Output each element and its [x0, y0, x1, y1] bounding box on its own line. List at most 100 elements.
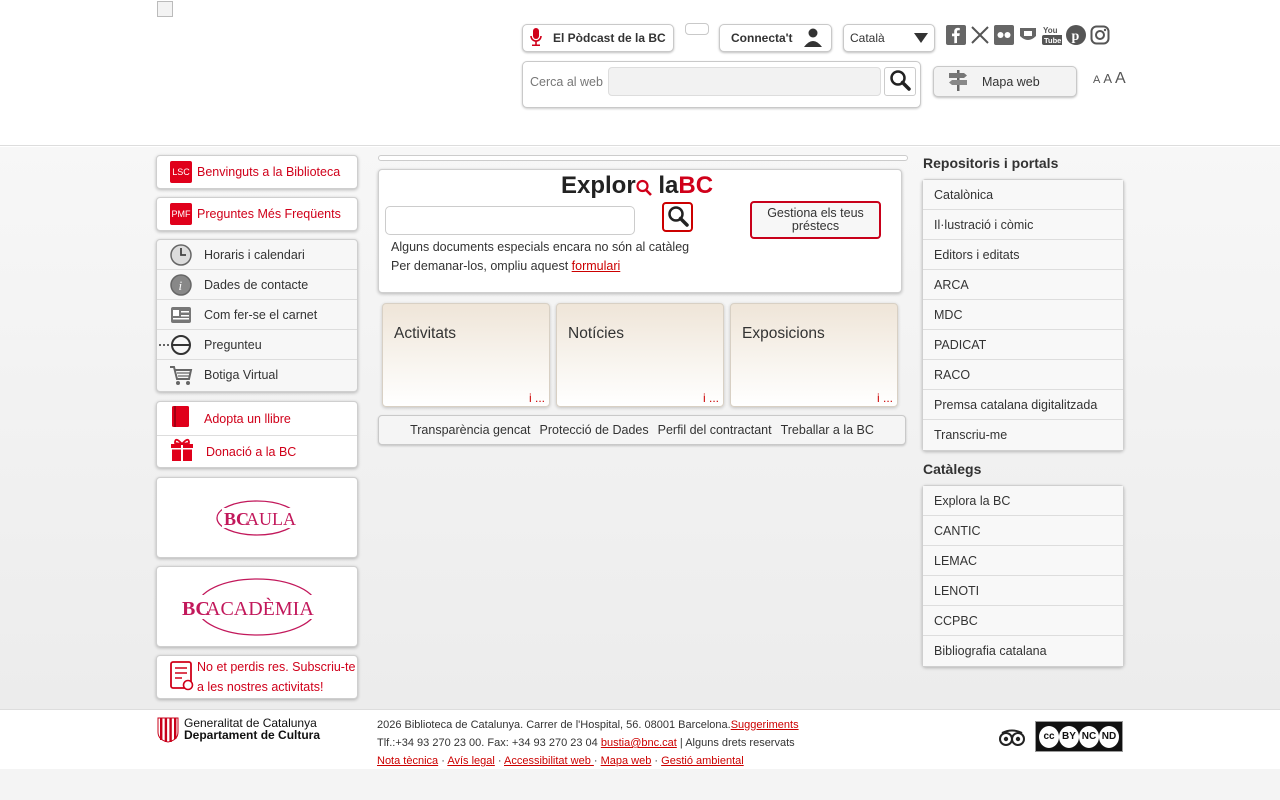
footer-rights: | Alguns drets reservats	[676, 737, 795, 749]
list-item[interactable]: Il·lustració i còmic	[923, 210, 1123, 240]
microphone-icon	[529, 27, 543, 50]
link-proteccio-dades[interactable]: Protecció de Dades	[540, 423, 649, 437]
support-menu: Adopta un llibre Donació a la BC	[156, 401, 358, 468]
list-item[interactable]: RACO	[923, 360, 1123, 390]
adopta-link[interactable]: Adopta un llibre	[157, 402, 357, 436]
institutional-links: Transparència gencat Protecció de Dades …	[378, 415, 906, 445]
list-item[interactable]: MDC	[923, 300, 1123, 330]
center-top-bar	[378, 155, 908, 161]
menu-item-label: Pregunteu	[204, 337, 262, 352]
bc-academia-banner[interactable]: BC ACADÈMIA	[156, 566, 358, 647]
menu-item-label: Com fer-se el carnet	[204, 307, 318, 322]
list-item[interactable]: Catalònica	[923, 180, 1123, 210]
social-links: You Tube p	[946, 25, 1110, 45]
pmf-icon: PMF	[170, 203, 192, 225]
benvinguts-link[interactable]: LSC Benvinguts a la Biblioteca	[156, 155, 358, 189]
footer-info: 2026 Biblioteca de Catalunya. Carrer de …	[377, 719, 799, 767]
card-title: Activitats	[394, 325, 457, 342]
subscriu-banner[interactable]: No et perdis res. Subscriu-te a les nost…	[156, 655, 358, 699]
svg-text:p: p	[1072, 29, 1080, 44]
search-input[interactable]	[608, 67, 881, 96]
footer-address: 2026 Biblioteca de Catalunya. Carrer de …	[377, 719, 731, 731]
list-item[interactable]: ARCA	[923, 270, 1123, 300]
facebook-icon[interactable]	[946, 25, 966, 45]
special-documents-note: Alguns documents especials encara no són…	[391, 240, 690, 254]
font-size-large[interactable]: A	[1115, 70, 1126, 88]
repositoris-list: Catalònica Il·lustració i còmic Editors …	[922, 179, 1124, 451]
preguntes-frequents-link[interactable]: PMF Preguntes Més Freqüents	[156, 197, 358, 231]
site-header: El Pòdcast de la BC Connecta't Català Yo…	[0, 0, 1280, 146]
card-noticies[interactable]: Notícies i ...	[556, 303, 724, 407]
card-more-link[interactable]: i ...	[703, 391, 719, 405]
pinterest-icon[interactable]: p	[1066, 25, 1086, 45]
menu-item-botiga[interactable]: Botiga Virtual	[157, 360, 357, 390]
instagram-icon[interactable]	[1090, 25, 1110, 45]
svg-text:i: i	[179, 278, 183, 293]
card-more-link[interactable]: i ...	[529, 391, 545, 405]
gestiona-prestecs-button[interactable]: Gestiona els teus préstecs	[750, 201, 881, 239]
list-item[interactable]: Editors i editats	[923, 240, 1123, 270]
language-select[interactable]: Català	[843, 24, 935, 52]
card-activitats[interactable]: Activitats i ...	[382, 303, 550, 407]
menu-item-carnet[interactable]: Com fer-se el carnet	[157, 300, 357, 330]
subscribe-icon	[170, 660, 194, 694]
bc-aula-banner[interactable]: BC AULA	[156, 477, 358, 558]
bottom-strip	[0, 769, 1280, 800]
menu-item-pregunteu[interactable]: Pregunteu	[157, 330, 357, 360]
avis-legal-link[interactable]: Avís legal	[447, 755, 495, 767]
mapa-web-button[interactable]: Mapa web	[933, 66, 1077, 97]
card-title: Exposicions	[742, 325, 825, 342]
youtube-icon[interactable]: You Tube	[1042, 25, 1062, 45]
explora-search-button[interactable]	[662, 202, 693, 232]
aula-label: AULA	[246, 509, 296, 529]
adopta-label: Adopta un llibre	[204, 411, 291, 426]
language-selected: Català	[850, 31, 885, 45]
nota-tecnica-link[interactable]: Nota tècnica	[377, 755, 438, 767]
request-note: Per demanar-los, ompliu aquest formulari	[391, 259, 621, 273]
card-more-link[interactable]: i ...	[877, 391, 893, 405]
flickr-icon[interactable]	[994, 25, 1014, 45]
link-perfil-contractant[interactable]: Perfil del contractant	[658, 423, 772, 437]
gestio-ambiental-link[interactable]: Gestió ambiental	[661, 755, 744, 767]
connect-button[interactable]: Connecta't	[719, 24, 832, 52]
generalitat-line2: Departament de Cultura	[184, 728, 321, 742]
site-logo-image[interactable]	[157, 1, 173, 17]
font-size-small[interactable]: A	[1093, 74, 1100, 86]
list-item[interactable]: Bibliografia catalana	[923, 636, 1123, 666]
list-item[interactable]: LENOTI	[923, 576, 1123, 606]
toggle-tab[interactable]	[685, 23, 709, 35]
clock-icon	[169, 243, 193, 267]
list-item[interactable]: Transcriu-me	[923, 420, 1123, 450]
email-link[interactable]: bustia@bnc.cat	[601, 737, 677, 749]
x-icon[interactable]	[970, 25, 990, 45]
suggeriments-link[interactable]: Suggeriments	[731, 719, 799, 731]
list-item[interactable]: PADICAT	[923, 330, 1123, 360]
cc-by-icon: BY	[1059, 725, 1079, 748]
explora-logo: Explor laBC	[561, 172, 714, 199]
podcast-button[interactable]: El Pòdcast de la BC	[522, 24, 674, 52]
font-size-medium[interactable]: A	[1103, 71, 1112, 86]
explora-search-input[interactable]	[385, 206, 635, 235]
list-item[interactable]: LEMAC	[923, 546, 1123, 576]
list-item[interactable]: CCPBC	[923, 606, 1123, 636]
tripadvisor-icon[interactable]	[998, 727, 1026, 749]
info-menu: Horaris i calendari i Dades de contacte …	[156, 239, 358, 392]
untappd-icon[interactable]	[1018, 25, 1038, 45]
creative-commons-badge[interactable]: cc BY NC ND	[1035, 721, 1123, 752]
card-exposicions[interactable]: Exposicions i ...	[730, 303, 898, 407]
cc-icon: cc	[1039, 725, 1059, 748]
formulari-link[interactable]: formulari	[572, 259, 621, 273]
menu-item-contacte[interactable]: i Dades de contacte	[157, 270, 357, 300]
list-item[interactable]: Explora la BC	[923, 486, 1123, 516]
menu-item-horaris[interactable]: Horaris i calendari	[157, 240, 357, 270]
donacio-link[interactable]: Donació a la BC	[157, 436, 357, 467]
search-button[interactable]	[884, 67, 916, 96]
generalitat-logo[interactable]: Generalitat de Catalunya Departament de …	[157, 717, 320, 746]
accessibilitat-link[interactable]: Accessibilitat web	[504, 755, 594, 767]
list-item[interactable]: CANTIC	[923, 516, 1123, 546]
link-treballar[interactable]: Treballar a la BC	[781, 423, 874, 437]
link-transparencia[interactable]: Transparència gencat	[410, 423, 530, 437]
svg-text:Tube: Tube	[1044, 36, 1061, 45]
list-item[interactable]: Premsa catalana digitalitzada	[923, 390, 1123, 420]
mapa-web-link[interactable]: Mapa web	[601, 755, 652, 767]
